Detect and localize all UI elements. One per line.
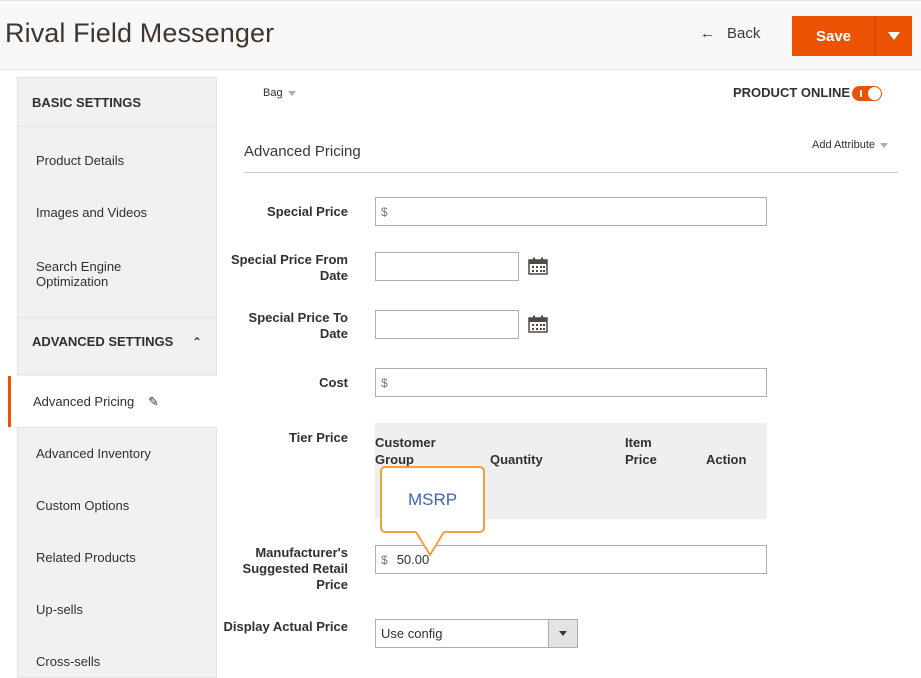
section-title: Advanced Pricing [244, 143, 361, 160]
select-toggle [548, 620, 577, 647]
tier-header-action: Action [706, 452, 747, 467]
sidebar-item-label: Advanced Pricing [33, 394, 135, 409]
product-online-toggle[interactable] [852, 86, 882, 101]
sidebar-item-advanced-pricing[interactable]: Advanced Pricing ✎ [8, 376, 217, 427]
sidebar-item-related-products[interactable]: Related Products [18, 532, 216, 583]
arrow-left-icon: ← [700, 25, 715, 42]
attribute-set-label: Bag [263, 87, 283, 99]
chevron-down-icon [559, 631, 567, 636]
msrp-label: Manufacturer's Suggested Retail Price [242, 545, 348, 592]
product-sidebar: BASIC SETTINGS Product Details Images an… [8, 77, 217, 678]
sidebar-item-product-details[interactable]: Product Details [18, 135, 216, 185]
divider [18, 126, 216, 127]
product-online-label: PRODUCT ONLINE [733, 85, 850, 100]
save-button-group: Save [792, 16, 912, 56]
special-price-label: Special Price [267, 204, 348, 219]
tier-header-item-price: Item Price [625, 435, 657, 467]
basic-settings-heading[interactable]: BASIC SETTINGS [18, 78, 216, 126]
add-attribute-label: Add Attribute [812, 139, 875, 151]
toggle-on-marker [860, 90, 862, 97]
add-attribute-button[interactable]: Add Attribute [812, 139, 888, 151]
display-actual-price-select[interactable]: Use config [375, 619, 578, 648]
tier-price-label: Tier Price [288, 430, 348, 445]
calendar-icon[interactable] [528, 257, 548, 275]
sidebar-item-custom-options[interactable]: Custom Options [18, 480, 216, 531]
tier-header-customer-group: Customer Group [375, 435, 436, 467]
cost-label: Cost [319, 375, 348, 390]
special-price-to-label: Special Price To Date [248, 310, 348, 341]
sidebar-item-advanced-inventory[interactable]: Advanced Inventory [18, 428, 216, 479]
special-price-from-label: Special Price From Date [230, 252, 348, 283]
display-actual-price-label: Display Actual Price [223, 619, 348, 634]
sidebar-item-images-videos[interactable]: Images and Videos [18, 187, 216, 237]
section-divider [244, 172, 898, 173]
tier-header-quantity: Quantity [490, 452, 543, 467]
display-actual-price-value: Use config [381, 626, 443, 641]
chevron-down-icon [880, 142, 888, 148]
toggle-knob [868, 87, 881, 100]
callout-text: MSRP [407, 489, 458, 509]
sidebar-item-up-sells[interactable]: Up-sells [18, 584, 216, 635]
advanced-settings-heading[interactable]: ADVANCED SETTINGS ⌃ [18, 318, 216, 365]
calendar-icon[interactable] [528, 315, 548, 333]
currency-prefix: $ [381, 552, 388, 567]
back-label: Back [727, 25, 761, 42]
chevron-down-icon [287, 90, 296, 96]
special-price-from-input[interactable] [375, 252, 519, 281]
chevron-up-icon: ⌃ [191, 334, 202, 349]
msrp-callout: MSRP [380, 466, 485, 533]
pencil-icon: ✎ [148, 393, 160, 409]
save-button[interactable]: Save [792, 16, 875, 56]
special-price-to-input[interactable] [375, 310, 519, 339]
divider [18, 374, 216, 375]
advanced-settings-label: ADVANCED SETTINGS [32, 334, 174, 349]
special-price-input[interactable]: $ [375, 197, 767, 226]
attribute-set-selector[interactable]: Bag [263, 87, 296, 99]
sidebar-item-seo[interactable]: Search Engine Optimization [18, 250, 168, 298]
currency-prefix: $ [381, 204, 388, 219]
sidebar-item-cross-sells[interactable]: Cross-sells [18, 636, 216, 678]
chevron-down-icon [888, 32, 900, 40]
page-title: Rival Field Messenger [5, 18, 275, 48]
page-header: Rival Field Messenger ← Back Save [0, 0, 921, 70]
callout-pointer [416, 531, 445, 557]
currency-prefix: $ [381, 375, 388, 390]
cost-input[interactable]: $ [375, 368, 767, 397]
save-options-toggle[interactable] [875, 16, 912, 56]
back-button[interactable]: ← Back [700, 25, 760, 42]
